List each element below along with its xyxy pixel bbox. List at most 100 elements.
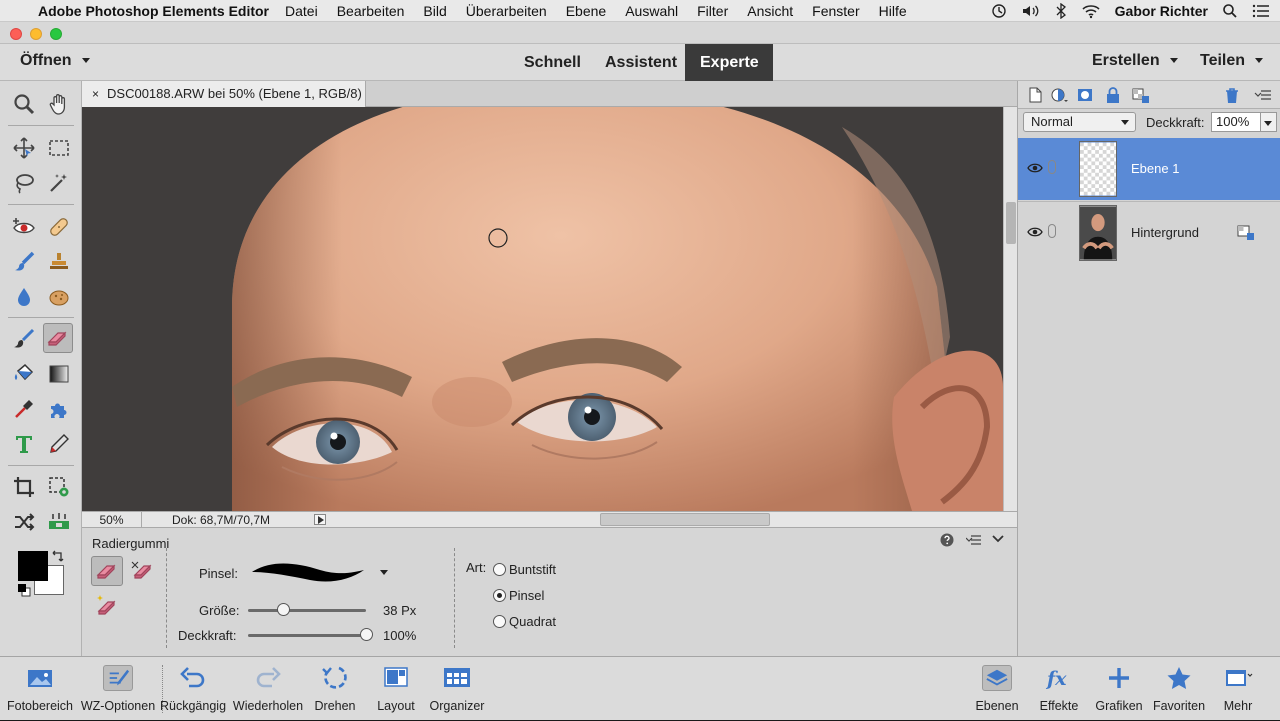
- layer-name[interactable]: Hintergrund: [1131, 225, 1199, 240]
- red-eye-tool[interactable]: [9, 212, 39, 242]
- type-buntstift-radio[interactable]: [493, 563, 506, 576]
- layer-link-icon[interactable]: [1048, 224, 1056, 238]
- opacity-slider-track[interactable]: [248, 634, 366, 637]
- blur-tool[interactable]: [9, 282, 39, 312]
- layer-link-icon[interactable]: [1048, 160, 1056, 174]
- organizer-button[interactable]: Organizer: [424, 657, 490, 721]
- collapse-panel-icon[interactable]: [992, 534, 1004, 544]
- image-canvas[interactable]: [82, 107, 1003, 511]
- quick-selection-tool[interactable]: [44, 168, 74, 198]
- swap-colors-icon[interactable]: [51, 549, 65, 563]
- menu-datei[interactable]: Datei: [285, 3, 318, 19]
- photo-bin-button[interactable]: Fotobereich: [3, 657, 77, 721]
- menu-auswahl[interactable]: Auswahl: [625, 3, 678, 19]
- menu-ansicht[interactable]: Ansicht: [747, 3, 793, 19]
- layers-button[interactable]: Ebenen: [970, 657, 1024, 721]
- vertical-scrollbar[interactable]: [1003, 107, 1017, 511]
- new-layer-icon[interactable]: [1026, 86, 1044, 104]
- graphics-button[interactable]: Grafiken: [1092, 657, 1146, 721]
- background-eraser-button[interactable]: [127, 556, 157, 586]
- close-tab-icon[interactable]: ×: [92, 87, 99, 101]
- clone-stamp-tool[interactable]: [44, 247, 74, 277]
- content-aware-move-tool[interactable]: [9, 507, 39, 537]
- smart-brush-tool[interactable]: [9, 247, 39, 277]
- pencil-tool[interactable]: [44, 429, 74, 459]
- menu-fenster[interactable]: Fenster: [812, 3, 859, 19]
- brush-preset-dropdown-icon[interactable]: [380, 570, 388, 575]
- type-quadrat-label[interactable]: Quadrat: [509, 614, 556, 629]
- menu-ueberarbeiten[interactable]: Überarbeiten: [466, 3, 547, 19]
- brush-preset-preview[interactable]: [250, 558, 366, 586]
- layers-panel-menu-icon[interactable]: [1254, 86, 1272, 104]
- vertical-scroll-thumb[interactable]: [1006, 202, 1016, 244]
- paint-bucket-tool[interactable]: [9, 359, 39, 389]
- lock-transparent-icon[interactable]: [1132, 86, 1150, 104]
- opacity-slider-knob[interactable]: [359, 628, 373, 641]
- brush-tool[interactable]: [9, 324, 39, 354]
- layer-opacity-field[interactable]: 100%: [1211, 112, 1261, 132]
- trash-icon[interactable]: [1223, 86, 1241, 104]
- hand-tool[interactable]: [44, 89, 74, 119]
- wifi-icon[interactable]: [1081, 3, 1101, 19]
- size-slider-track[interactable]: [248, 609, 366, 612]
- share-button[interactable]: Teilen: [1200, 52, 1264, 70]
- visibility-eye-icon[interactable]: [1027, 161, 1043, 175]
- status-menu-arrow-icon[interactable]: [314, 514, 326, 525]
- layer-mask-icon[interactable]: [1076, 86, 1094, 104]
- eraser-variant-button[interactable]: [91, 556, 123, 586]
- app-name-menu[interactable]: Adobe Photoshop Elements Editor: [38, 3, 269, 19]
- rotate-button[interactable]: Drehen: [308, 657, 362, 721]
- marquee-tool[interactable]: [44, 133, 74, 163]
- eyedropper-tool[interactable]: [9, 394, 39, 424]
- tab-schnell[interactable]: Schnell: [509, 44, 596, 81]
- sponge-tool[interactable]: [44, 282, 74, 312]
- zoom-window-button[interactable]: [50, 28, 62, 40]
- open-button[interactable]: Öffnen: [20, 52, 90, 70]
- magic-eraser-button[interactable]: [91, 590, 121, 620]
- bluetooth-icon[interactable]: [1055, 3, 1067, 19]
- time-machine-icon[interactable]: [991, 3, 1007, 19]
- document-tab[interactable]: ×DSC00188.ARW bei 50% (Ebene 1, RGB/8) *: [82, 81, 366, 127]
- close-window-button[interactable]: [10, 28, 22, 40]
- layer-name[interactable]: Ebene 1: [1131, 161, 1179, 176]
- layer-opacity-dropdown[interactable]: [1261, 112, 1277, 132]
- menu-bild[interactable]: Bild: [423, 3, 446, 19]
- create-button[interactable]: Erstellen: [1092, 52, 1178, 70]
- layer-row-ebene-1[interactable]: Ebene 1: [1018, 138, 1280, 200]
- more-button[interactable]: Mehr: [1212, 657, 1264, 721]
- panel-menu-icon[interactable]: [966, 534, 982, 546]
- spotlight-search-icon[interactable]: [1222, 3, 1238, 19]
- size-slider-knob[interactable]: [276, 603, 290, 616]
- favorites-button[interactable]: Favoriten: [1150, 657, 1208, 721]
- menu-ebene[interactable]: Ebene: [566, 3, 606, 19]
- minimize-window-button[interactable]: [30, 28, 42, 40]
- zoom-tool[interactable]: [9, 89, 39, 119]
- volume-icon[interactable]: [1021, 3, 1041, 19]
- undo-button[interactable]: Rückgängig: [160, 657, 226, 721]
- menu-bearbeiten[interactable]: Bearbeiten: [337, 3, 405, 19]
- help-icon[interactable]: [940, 533, 954, 547]
- visibility-eye-icon[interactable]: [1027, 225, 1043, 239]
- layer-row-hintergrund[interactable]: Hintergrund: [1018, 201, 1280, 263]
- redo-button[interactable]: Wiederholen: [230, 657, 306, 721]
- horizontal-scroll-thumb[interactable]: [600, 513, 770, 526]
- straighten-tool[interactable]: [44, 507, 74, 537]
- blend-mode-select[interactable]: Normal: [1023, 112, 1136, 132]
- tab-experte[interactable]: Experte: [685, 44, 773, 81]
- adjustment-layer-icon[interactable]: [1050, 86, 1068, 104]
- type-buntstift-label[interactable]: Buntstift: [509, 562, 556, 577]
- type-pinsel-radio[interactable]: [493, 589, 506, 602]
- notification-center-icon[interactable]: [1252, 3, 1270, 19]
- eraser-tool[interactable]: [43, 323, 73, 353]
- tool-options-button[interactable]: WZ-Optionen: [77, 657, 159, 721]
- effects-button[interactable]: fx Effekte: [1032, 657, 1086, 721]
- type-pinsel-label[interactable]: Pinsel: [509, 588, 544, 603]
- default-colors-icon[interactable]: [17, 583, 31, 597]
- menu-filter[interactable]: Filter: [697, 3, 728, 19]
- zoom-level-field[interactable]: 50%: [82, 512, 142, 527]
- recompose-tool[interactable]: [44, 472, 74, 502]
- move-tool[interactable]: [9, 133, 39, 163]
- layout-button[interactable]: Layout: [370, 657, 422, 721]
- lasso-tool[interactable]: [9, 168, 39, 198]
- user-name[interactable]: Gabor Richter: [1115, 3, 1208, 19]
